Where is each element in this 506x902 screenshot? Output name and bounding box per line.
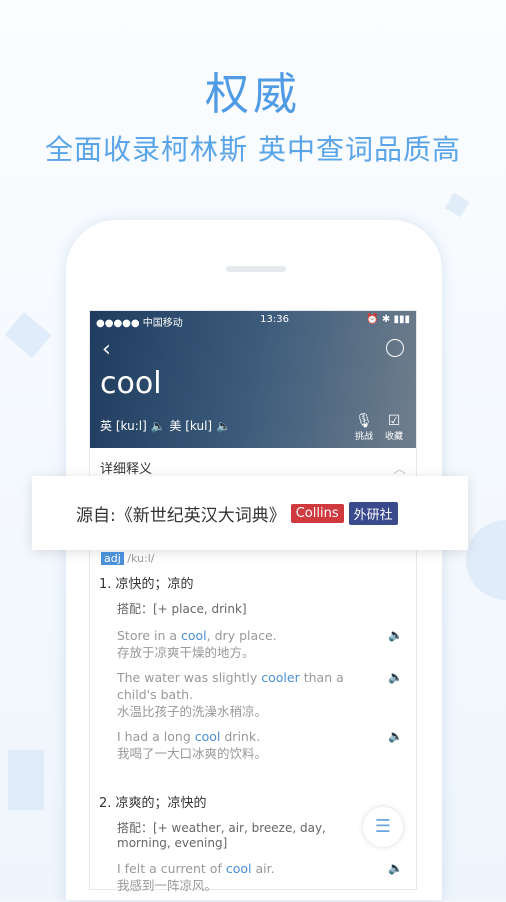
subheadline: 全面收录柯林斯 英中查词品质高 — [45, 133, 461, 166]
pos-phonetic: /ku:l/ — [127, 552, 155, 565]
source-text: 源自:《新世纪英汉大词典》 — [76, 505, 286, 526]
us-label: 美 — [169, 419, 182, 433]
example-translation: 我喝了一大口冰爽的饮料。 — [117, 746, 268, 761]
carrier: ●●●●● 中国移动 — [96, 318, 183, 329]
source-callout: 源自:《新世纪英汉大词典》 Collins 外研社 — [32, 476, 468, 550]
list-icon: ☰ — [374, 816, 392, 837]
highlight-word: cool — [225, 861, 252, 876]
example: Store in a cool, dry place. 存放于凉爽干燥的地方。 🔈 — [89, 627, 417, 661]
uk-label: 英 — [100, 419, 113, 433]
speaker-icon[interactable]: 🔈 — [388, 728, 403, 745]
headword: cool — [100, 366, 162, 401]
back-icon[interactable]: ‹ — [102, 337, 111, 362]
section-title: 详细释义 — [100, 462, 153, 477]
sense-title: 1. 凉快的；凉的 — [99, 577, 194, 592]
highlight-word: cool — [181, 628, 207, 643]
microphone-icon: 🎙 — [355, 413, 373, 429]
phone-speaker — [226, 266, 286, 272]
uk-phonetic: [ku:l] — [115, 419, 147, 433]
phonetics: 英 [ku:l] 🔈 美 [kul] 🔈 — [100, 417, 231, 434]
highlight-word: cooler — [261, 670, 300, 685]
challenge-button[interactable]: 🎙 挑战 — [352, 413, 376, 442]
collocation: 搭配：[+ place, drink] — [117, 602, 247, 616]
search-icon[interactable] — [386, 339, 404, 357]
example-text: drink. — [220, 729, 261, 744]
example-text: , dry place. — [206, 628, 277, 643]
example: The water was slightly cooler than a chi… — [89, 669, 417, 720]
status-bar: ●●●●● 中国移动 13:36 ⏰ ✱ ▮▮▮ — [90, 311, 416, 332]
example-translation: 存放于凉爽干燥的地方。 — [117, 645, 255, 660]
example-text: The water was slightly — [117, 670, 262, 685]
menu-button[interactable]: ☰ — [363, 807, 403, 847]
bookmark-icon: ☑ — [387, 413, 401, 429]
publisher-badge: 外研社 — [348, 501, 398, 525]
word-header: ●●●●● 中国移动 13:36 ⏰ ✱ ▮▮▮ ‹ cool 英 [ku:l]… — [90, 311, 416, 448]
example-text: Store in a — [117, 628, 182, 643]
headline: 权威 — [205, 69, 301, 120]
speaker-icon[interactable]: 🔈 — [216, 419, 231, 433]
example-translation: 我感到一阵凉风。 — [117, 878, 218, 893]
chevron-up-icon: ︿ — [392, 462, 406, 477]
status-icons: ⏰ ✱ ▮▮▮ — [366, 314, 410, 325]
tool-label: 挑战 — [354, 432, 373, 442]
example-text: air. — [251, 861, 275, 876]
us-phonetic: [kul] — [185, 419, 213, 433]
speaker-icon[interactable]: 🔈 — [388, 627, 403, 644]
clock: 13:36 — [260, 314, 289, 325]
senses: 1. 凉快的；凉的 搭配：[+ place, drink] Store in a … — [89, 573, 417, 894]
collins-badge: Collins — [290, 503, 344, 523]
tool-label: 收藏 — [384, 432, 403, 442]
favorite-button[interactable]: ☑ 收藏 — [382, 413, 406, 442]
example: I felt a current of cool air. 我感到一阵凉风。 🔈 — [89, 860, 417, 894]
pos-tag: adj — [101, 552, 124, 565]
sense-title: 2. 凉爽的；凉快的 — [99, 796, 207, 811]
speaker-icon[interactable]: 🔈 — [151, 419, 166, 433]
example-text: I felt a current of — [117, 861, 226, 876]
example-text: I had a long — [117, 729, 195, 744]
speaker-icon[interactable]: 🔈 — [388, 669, 403, 686]
example-translation: 水温比孩子的洗澡水稍凉。 — [117, 704, 268, 719]
definition-list: adj /ku:l/ 1. 凉快的；凉的 搭配：[+ place, drink]… — [89, 552, 417, 902]
decor-books — [8, 750, 44, 810]
highlight-word: cool — [194, 729, 221, 744]
speaker-icon[interactable]: 🔈 — [388, 860, 403, 877]
example: I had a long cool drink. 我喝了一大口冰爽的饮料。 🔈 — [89, 728, 417, 762]
